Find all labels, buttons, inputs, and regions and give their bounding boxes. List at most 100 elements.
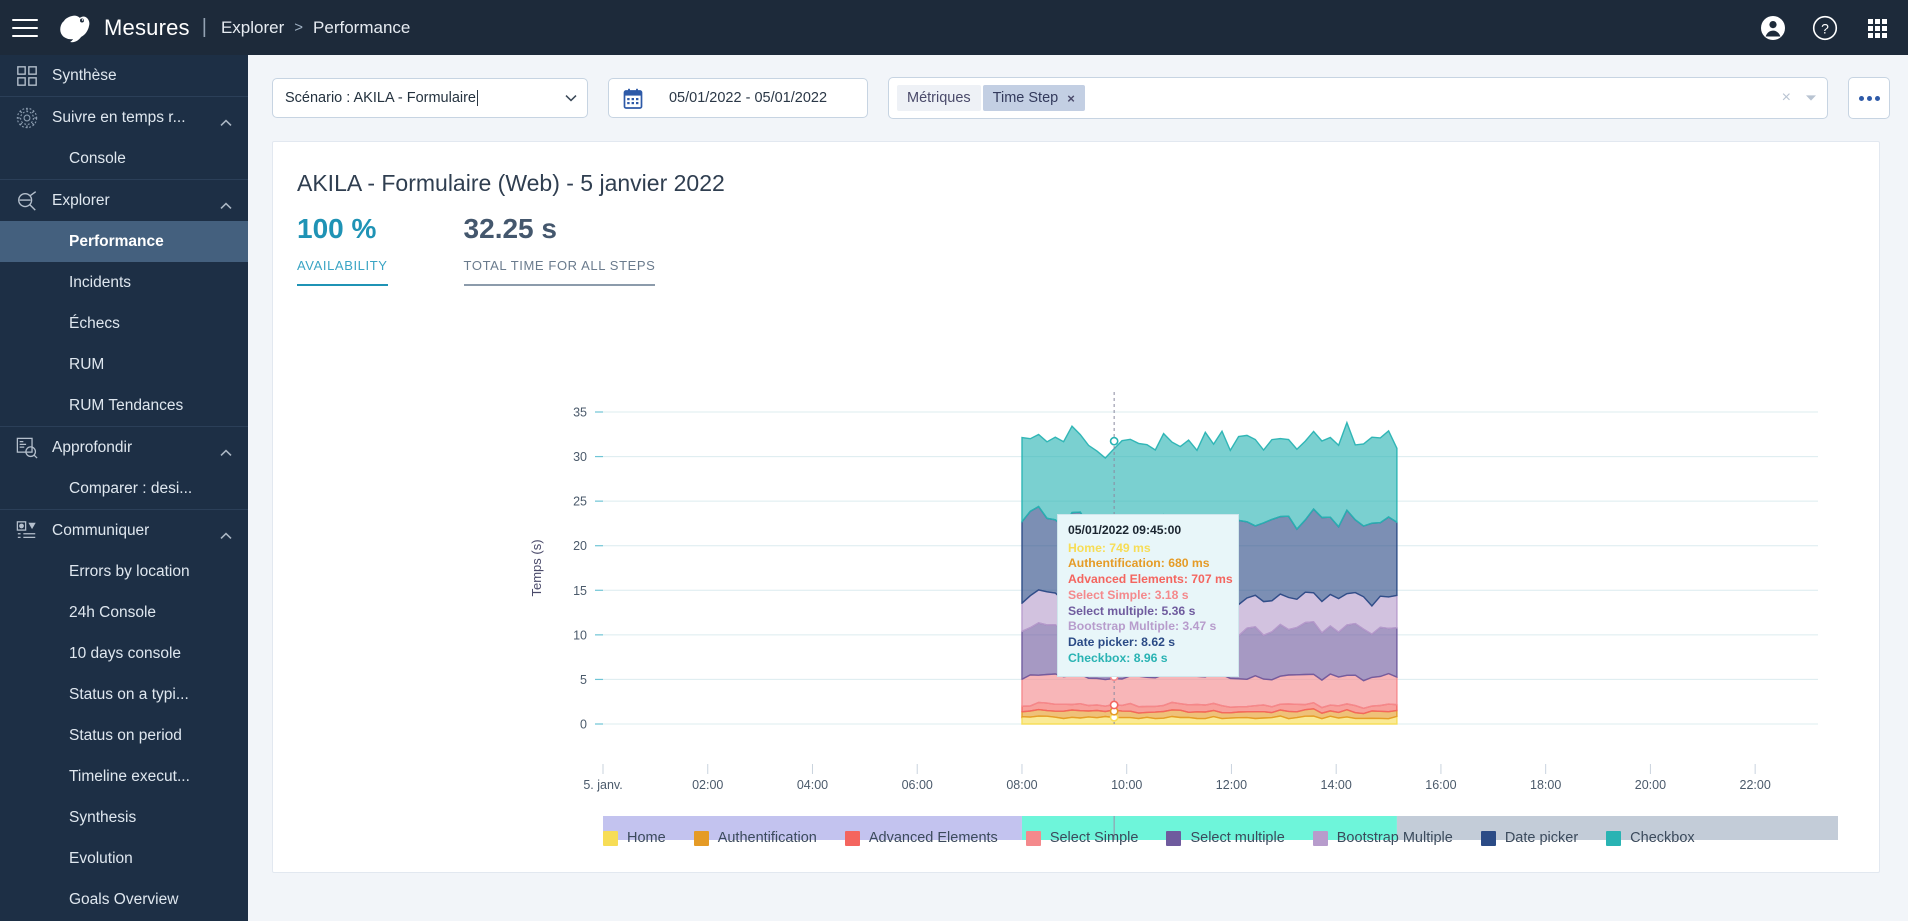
hover-marker	[1109, 436, 1119, 446]
help-icon[interactable]: ?	[1812, 15, 1838, 41]
sidebar-item-10-days-console[interactable]: 10 days console	[0, 633, 248, 674]
legend-item[interactable]: Select Simple	[1025, 830, 1138, 846]
kpi-availability-value: 100 %	[297, 213, 377, 244]
sidebar-item-label: Evolution	[69, 849, 133, 867]
scenario-select[interactable]: Scénario : AKILA - Formulaire	[272, 78, 588, 118]
legend-item[interactable]: Authentification	[693, 830, 817, 846]
sidebar-group-communiquer: Communiquer Errors by location 24h Console…	[0, 510, 248, 921]
calendar-icon	[623, 88, 643, 109]
sidebar-item-status-on-a-typi[interactable]: Status on a typi...	[0, 674, 248, 715]
metric-tag-remove-icon[interactable]: ×	[1067, 91, 1075, 106]
y-axis-tick-label: 5	[580, 673, 587, 687]
legend-item[interactable]: Date picker	[1480, 830, 1579, 846]
dot-2	[1866, 95, 1872, 101]
legend-swatch	[844, 830, 860, 846]
sidebar-group-synth-se: Synthèse	[0, 55, 248, 97]
sidebar-item-label: 10 days console	[69, 644, 182, 662]
report-icon	[14, 519, 40, 543]
breadcrumb-performance[interactable]: Performance	[313, 18, 410, 38]
breadcrumb-separator: >	[294, 19, 304, 36]
x-axis-tick-label: 14:00	[1321, 778, 1352, 792]
tooltip-row: Bootstrap Multiple: 3.47 s	[1068, 619, 1217, 634]
sidebar-item-goals-overview[interactable]: Goals Overview	[0, 879, 248, 920]
sidebar-item-approfondir[interactable]: Approfondir	[0, 427, 248, 468]
sidebar-group-approfondir: Approfondir Comparer : desi...	[0, 427, 248, 510]
sidebar-item-timeline-execut[interactable]: Timeline execut...	[0, 756, 248, 797]
top-bar: Mesures | Explorer > Performance ?	[0, 0, 1908, 55]
sidebar-item-errors-by-location[interactable]: Errors by location	[0, 551, 248, 592]
chevron-down-icon[interactable]	[565, 94, 577, 102]
x-axis-tick-label: 10:00	[1111, 778, 1142, 792]
metric-tag-label: Time Step	[992, 90, 1059, 106]
sidebar-item-checs[interactable]: Échecs	[0, 303, 248, 344]
apps-grid-icon[interactable]	[1864, 15, 1890, 41]
chevron-up-icon[interactable]	[220, 527, 232, 539]
area-series-select-simple[interactable]	[1021, 671, 1398, 710]
legend-item[interactable]: Bootstrap Multiple	[1312, 830, 1453, 846]
legend-item[interactable]: Select multiple	[1166, 830, 1285, 846]
sidebar-item-24h-console[interactable]: 24h Console	[0, 592, 248, 633]
metrics-multiselect[interactable]: Métriques Time Step × ×	[888, 77, 1828, 119]
sidebar-item-synth-se[interactable]: Synthèse	[0, 55, 248, 96]
account-icon[interactable]	[1760, 15, 1786, 41]
sidebar-group-explorer: Explorer Performance Incidents Échecs RUM RUM…	[0, 180, 248, 427]
sidebar-item-console[interactable]: Console	[0, 138, 248, 179]
date-range-picker[interactable]: 05/01/2022 - 05/01/2022	[608, 78, 868, 118]
sidebar: Synthèse Suivre en temps r... Console Explo…	[0, 55, 248, 921]
sidebar-item-performance[interactable]: Performance	[0, 221, 248, 262]
chevron-down-icon[interactable]	[1805, 94, 1817, 102]
sidebar-item-comparer-desi[interactable]: Comparer : desi...	[0, 468, 248, 509]
dashboard-icon	[14, 64, 40, 88]
legend-label: Select multiple	[1190, 830, 1285, 846]
legend-label: Date picker	[1504, 830, 1579, 846]
legend-label: Bootstrap Multiple	[1336, 830, 1453, 846]
legend-item[interactable]: Checkbox	[1606, 830, 1695, 846]
hamburger-icon[interactable]	[12, 18, 38, 37]
svg-text:?: ?	[1821, 20, 1829, 36]
metrics-controls: ×	[1782, 90, 1817, 106]
explore-icon	[14, 189, 40, 213]
sidebar-item-label: Échecs	[69, 314, 120, 332]
sidebar-item-status-on-period[interactable]: Status on period	[0, 715, 248, 756]
main-content: Scénario : AKILA - Formulaire 05/01/2022…	[248, 55, 1908, 921]
more-options-button[interactable]	[1848, 77, 1890, 119]
tooltip-row: Select Simple: 3.18 s	[1068, 587, 1189, 602]
tooltip-row: Authentification: 680 ms	[1068, 556, 1210, 571]
sidebar-item-label: 24h Console	[69, 603, 157, 621]
sidebar-item-rum[interactable]: RUM	[0, 344, 248, 385]
sidebar-item-suivre-en-temps-r[interactable]: Suivre en temps r...	[0, 97, 248, 138]
sidebar-item-label: Errors by location	[69, 562, 190, 580]
sidebar-item-evolution[interactable]: Evolution	[0, 838, 248, 879]
chevron-up-icon[interactable]	[220, 114, 232, 126]
x-axis-tick-label: 02:00	[692, 778, 723, 792]
scenario-value: Scénario : AKILA - Formulaire	[285, 90, 476, 106]
dot-1	[1858, 95, 1864, 101]
sidebar-item-label: Status on a typi...	[69, 685, 189, 703]
x-axis-tick-label: 06:00	[902, 778, 933, 792]
sidebar-item-incidents[interactable]: Incidents	[0, 262, 248, 303]
y-axis-tick-label: 30	[573, 450, 587, 464]
metrics-clear-icon[interactable]: ×	[1782, 90, 1791, 106]
sidebar-item-label: Synthèse	[52, 66, 117, 84]
legend-item[interactable]: Home	[603, 830, 666, 846]
y-axis-tick-label: 15	[573, 584, 587, 598]
breadcrumb-explorer[interactable]: Explorer	[221, 18, 284, 38]
page-title: AKILA - Formulaire (Web) - 5 janvier 202…	[297, 170, 725, 196]
kpi-availability-label: AVAILABILITY	[297, 258, 388, 286]
metric-tag-time-step[interactable]: Time Step ×	[982, 85, 1085, 111]
kpi-total-time[interactable]: 32.25 s TOTAL TIME FOR ALL STEPS	[463, 213, 656, 296]
sidebar-item-synthesis[interactable]: Synthesis	[0, 797, 248, 838]
sidebar-item-communiquer[interactable]: Communiquer	[0, 510, 248, 551]
x-axis-tick-label: 20:00	[1635, 778, 1666, 792]
kpi-total-time-label: TOTAL TIME FOR ALL STEPS	[463, 258, 656, 286]
legend-label: Advanced Elements	[868, 830, 998, 846]
legend-item[interactable]: Advanced Elements	[844, 830, 998, 846]
sidebar-item-label: Suivre en temps r...	[52, 108, 186, 126]
kpi-availability[interactable]: 100 % AVAILABILITY	[297, 213, 388, 296]
tooltip-row: Home: 749 ms	[1068, 540, 1151, 555]
chevron-up-icon[interactable]	[220, 444, 232, 456]
sidebar-item-explorer[interactable]: Explorer	[0, 180, 248, 221]
legend-swatch	[693, 830, 709, 846]
chevron-up-icon[interactable]	[220, 197, 232, 209]
sidebar-item-rum-tendances[interactable]: RUM Tendances	[0, 385, 248, 426]
